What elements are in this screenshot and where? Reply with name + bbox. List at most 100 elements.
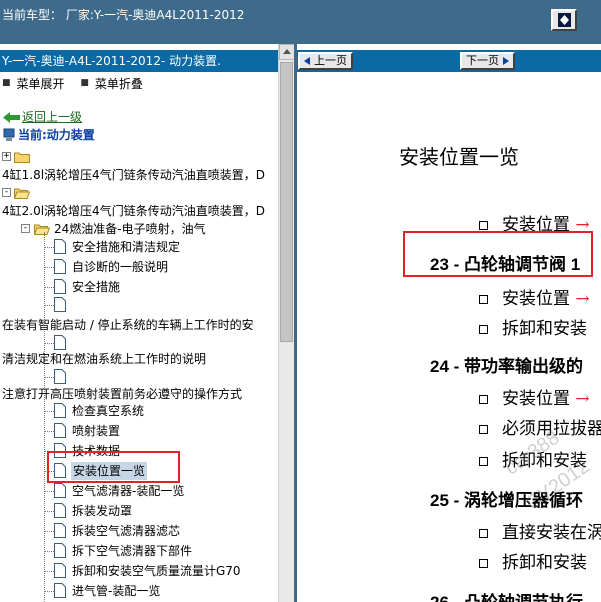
collapse-minus-icon[interactable]: - bbox=[2, 188, 11, 197]
checkbox-bullet-icon bbox=[479, 457, 488, 466]
doc-line-text: 安装位置 bbox=[502, 389, 570, 409]
tree-doc-row[interactable]: 空气滤清器-装配一览 bbox=[0, 482, 278, 500]
doc-section-heading: 26 - 凸轮轴调节执行 bbox=[430, 588, 583, 602]
document-icon bbox=[54, 259, 66, 274]
tree-line bbox=[44, 511, 54, 512]
tree-doc-label[interactable]: 在装有智能启动 / 停止系统的车辆上工作时的安 bbox=[2, 316, 254, 334]
tree-folder-engine-18[interactable]: + bbox=[0, 148, 278, 166]
folder-open-icon bbox=[34, 224, 50, 235]
document-icon bbox=[54, 335, 66, 350]
tree-doc-label[interactable]: 拆装空气滤清器滤芯 bbox=[72, 522, 180, 540]
tree-doc-label[interactable]: 进气管-装配一览 bbox=[72, 582, 160, 600]
left-tree-panel: Y-一汽-奥迪-A4L-2011-2012- 动力装置. ■ 菜单展开 ■ 菜单… bbox=[0, 44, 278, 602]
tree-line bbox=[44, 431, 54, 432]
doc-bullet-line: 必须用拉拔器 bbox=[479, 414, 601, 439]
tree-label-engine-20[interactable]: 4缸2.0l涡轮增压4气门链条传动汽油直喷装置，D bbox=[2, 202, 265, 220]
current-node-row: 当前:动力装置 bbox=[0, 126, 278, 144]
folder-closed-icon bbox=[14, 152, 30, 163]
checkbox-bullet-icon bbox=[479, 529, 488, 538]
doc-bullet-line: 拆卸和安装 bbox=[479, 446, 587, 471]
tree-doc-label[interactable]: 拆卸和安装空气质量流量计G70 bbox=[72, 562, 241, 580]
checkbox-bullet-icon bbox=[479, 295, 488, 304]
tree-line bbox=[44, 287, 54, 288]
tree-doc-label[interactable]: 清洁规定和在燃油系统上工作时的说明 bbox=[2, 350, 206, 368]
tree-line bbox=[44, 377, 54, 378]
tree-doc-row[interactable]: 拆装发动罩 bbox=[0, 502, 278, 520]
tree-doc-label[interactable]: 拆下空气滤清器下部件 bbox=[72, 542, 192, 560]
tree-doc-row[interactable]: 清洁规定和在燃油系统上工作时的说明 bbox=[0, 350, 278, 368]
document-title: 安装位置一览 bbox=[399, 145, 519, 169]
doc-bullet-line: 拆卸和安装 bbox=[479, 548, 587, 573]
tree-doc-row[interactable]: 注意打开高压喷射装置前务必遵守的操作方式 bbox=[0, 385, 278, 403]
tree-doc-row[interactable]: 拆下空气滤清器下部件 bbox=[0, 542, 278, 560]
red-arrow-icon[interactable]: → bbox=[575, 389, 589, 409]
document-icon bbox=[54, 583, 66, 598]
tree-label-engine-18-row[interactable]: 4缸1.8l涡轮增压4气门链条传动汽油直喷装置，D bbox=[0, 166, 278, 184]
checkbox-bullet-icon bbox=[479, 221, 488, 230]
square-bullet-icon: ■ bbox=[80, 78, 89, 88]
red-highlight-box bbox=[403, 231, 593, 277]
current-model-label: 当前车型： 厂家:Y-一汽-奥迪A4L2011-2012 bbox=[2, 8, 245, 22]
tree-folder-fuel[interactable]: - 24燃油准备-电子喷射，油气 bbox=[0, 220, 278, 238]
tree-line bbox=[44, 571, 54, 572]
left-vertical-scrollbar[interactable] bbox=[278, 44, 295, 602]
document-icon bbox=[54, 403, 66, 418]
doc-bullet-line: 直接安装在涡 bbox=[479, 518, 601, 543]
doc-line-text: 拆卸和安装 bbox=[502, 319, 587, 339]
next-page-label: 下一页 bbox=[466, 54, 499, 67]
toggle-frame-button[interactable] bbox=[551, 9, 577, 31]
tree-doc-row[interactable]: 自诊断的一般说明 bbox=[0, 258, 278, 276]
prev-page-button[interactable]: 上一页 bbox=[298, 52, 353, 70]
tree-doc-label[interactable]: 安全措施 bbox=[72, 278, 120, 296]
scroll-thumb[interactable] bbox=[280, 62, 293, 342]
document-icon bbox=[54, 297, 66, 312]
document-icon bbox=[54, 543, 66, 558]
menu-collapse-button[interactable]: ■ 菜单折叠 bbox=[78, 75, 143, 92]
tree-doc-row[interactable]: 安全措施 bbox=[0, 278, 278, 296]
tree-doc-row[interactable]: 拆装空气滤清器滤芯 bbox=[0, 522, 278, 540]
tree-label-engine-18[interactable]: 4缸1.8l涡轮增压4气门链条传动汽油直喷装置，D bbox=[2, 166, 265, 184]
tree-doc-row[interactable]: 拆卸和安装空气质量流量计G70 bbox=[0, 562, 278, 580]
folder-open-icon bbox=[14, 188, 30, 199]
doc-line-text: 拆卸和安装 bbox=[502, 553, 587, 573]
tree-folder-engine-20[interactable]: - bbox=[0, 184, 278, 202]
tree-doc-row[interactable]: 检查真空系统 bbox=[0, 402, 278, 420]
tree-doc-label[interactable]: 注意打开高压喷射装置前务必遵守的操作方式 bbox=[2, 385, 242, 403]
menu-expand-label: 菜单展开 bbox=[16, 76, 65, 91]
document-icon bbox=[54, 503, 66, 518]
tree-doc-label[interactable]: 空气滤清器-装配一览 bbox=[72, 482, 184, 500]
back-row[interactable]: 返回上一级 bbox=[0, 108, 278, 126]
square-bullet-icon: ■ bbox=[2, 78, 11, 88]
back-link[interactable]: 返回上一级 bbox=[22, 108, 82, 126]
next-page-button[interactable]: 下一页 bbox=[460, 52, 515, 70]
tree-doc-row[interactable] bbox=[0, 368, 278, 386]
tree-doc-row[interactable]: 安全措施和清洁规定 bbox=[0, 238, 278, 256]
tree-doc-row[interactable]: 进气管-装配一览 bbox=[0, 582, 278, 600]
tree-label-engine-20-row[interactable]: 4缸2.0l涡轮增压4气门链条传动汽油直喷装置，D bbox=[0, 202, 278, 220]
diamond-toggle-icon bbox=[558, 13, 571, 27]
menu-expand-button[interactable]: ■ 菜单展开 bbox=[0, 75, 65, 92]
checkbox-bullet-icon bbox=[479, 559, 488, 568]
doc-bullet-line: 安装位置 → bbox=[479, 384, 590, 409]
tree-doc-row[interactable] bbox=[0, 296, 278, 314]
tree-line bbox=[44, 591, 54, 592]
tree-doc-label[interactable]: 检查真空系统 bbox=[72, 402, 144, 420]
tree-doc-label[interactable]: 自诊断的一般说明 bbox=[72, 258, 168, 276]
checkbox-bullet-icon bbox=[479, 425, 488, 434]
tree-doc-label[interactable]: 喷射装置 bbox=[72, 422, 120, 440]
back-arrow-icon bbox=[3, 112, 20, 123]
tree-line bbox=[44, 247, 54, 248]
current-node-label: 当前:动力装置 bbox=[18, 128, 95, 142]
tree-doc-row[interactable]: 喷射装置 bbox=[0, 422, 278, 440]
tree-label-fuel[interactable]: 24燃油准备-电子喷射，油气 bbox=[54, 220, 206, 238]
tree-doc-row[interactable]: 在装有智能启动 / 停止系统的车辆上工作时的安 bbox=[0, 316, 278, 334]
document-icon bbox=[54, 239, 66, 254]
header-bar: 当前车型： 厂家:Y-一汽-奥迪A4L2011-2012 bbox=[0, 0, 601, 44]
red-arrow-icon[interactable]: → bbox=[575, 289, 589, 309]
menu-collapse-label: 菜单折叠 bbox=[94, 76, 143, 91]
expand-plus-icon[interactable]: + bbox=[2, 152, 11, 161]
collapse-minus-icon[interactable]: - bbox=[21, 224, 30, 233]
scroll-up-arrow-icon[interactable] bbox=[279, 44, 295, 60]
tree-doc-label[interactable]: 安全措施和清洁规定 bbox=[72, 238, 180, 256]
tree-doc-label[interactable]: 拆装发动罩 bbox=[72, 502, 132, 520]
